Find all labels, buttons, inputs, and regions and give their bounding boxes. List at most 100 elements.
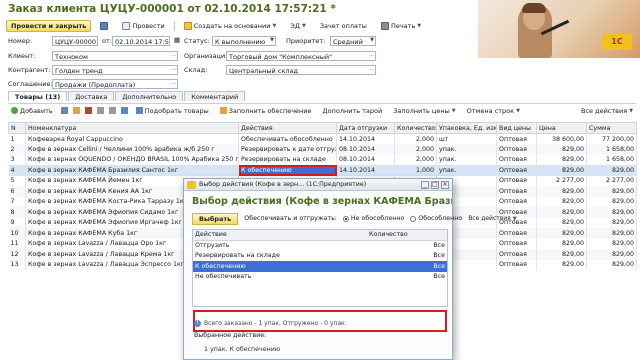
post-button[interactable]: Провести [117,20,169,32]
dialog-minimize-icon[interactable]: _ [421,180,429,189]
fill-pack-button[interactable]: Дополнить тарой [320,105,386,117]
table-cell[interactable]: 829,00 [586,249,637,260]
table-cell[interactable]: Оптовая [496,144,537,155]
table-cell[interactable]: упак. [436,165,497,176]
pick-goods-button[interactable]: Подобрать товары [133,105,212,117]
create-based-on-button[interactable]: Создать на основании ▼ [179,20,282,32]
all-actions-button[interactable]: Все действия ▼ [578,105,636,117]
table-cell[interactable]: 2,000 [394,144,437,155]
table-cell[interactable]: Кофе в зернах OQUENDO / ОКЕНДО BRASIL 10… [25,154,239,165]
table-row[interactable]: 3 Кофе в зернах OQUENDO / ОКЕНДО BRASIL 1… [8,154,637,165]
contractor-field[interactable]: Голден тренд… [52,65,178,75]
table-cell[interactable]: Оптовая [496,238,537,249]
table-cell[interactable]: 2,000 [394,133,437,144]
ellipsis-icon[interactable]: … [171,80,176,86]
column-header[interactable]: Вид цены [496,122,537,134]
table-cell[interactable]: 08.10.2014 [336,154,395,165]
table-cell[interactable]: 829,00 [536,207,587,218]
tab-additional[interactable]: Дополнительно [115,91,184,101]
print-button[interactable]: Печать ▼ [376,20,426,32]
table-cell[interactable]: 829,00 [536,186,587,197]
table-cell[interactable]: 2 277,00 [536,175,587,186]
dialog-close-icon[interactable]: × [441,180,449,189]
column-header[interactable]: N [8,122,26,134]
table-cell[interactable]: 1 658,00 [586,144,637,155]
ellipsis-icon[interactable]: … [369,52,374,58]
table-cell[interactable]: Оптовая [496,196,537,207]
radio-separate[interactable]: Обособленно [410,215,462,222]
table-cell[interactable]: 3 [8,154,26,165]
table-cell[interactable]: Оптовая [496,154,537,165]
table-cell[interactable]: 11 [8,238,26,249]
table-cell[interactable]: 829,00 [536,154,587,165]
table-row[interactable]: 2 Кофе в зернах Cellini / Челлини 100% ар… [8,144,637,155]
table-cell[interactable]: 829,00 [586,207,637,218]
table-cell[interactable]: 829,00 [586,165,637,176]
barcode-icon[interactable] [120,107,128,114]
action-cell[interactable]: Все [367,272,447,283]
edo-button[interactable]: ЭД ▼ [285,20,310,32]
action-row[interactable]: К обеспечению Все [193,261,447,272]
table-cell[interactable]: Оптовая [496,228,537,239]
number-field[interactable]: ЦУЦУ-000001 [52,36,98,46]
table-cell[interactable]: 6 [8,186,26,197]
table-cell[interactable]: 829,00 [536,217,587,228]
table-cell[interactable]: 14.10.2014 [336,165,395,176]
fill-prices-button[interactable]: Заполнить цены ▼ [390,105,458,117]
column-header[interactable]: Сумма [586,122,637,134]
action-cell[interactable]: Все [367,261,447,272]
table-cell[interactable]: 829,00 [536,165,587,176]
table-cell[interactable]: Кофе в зернах КАФЕМА Бразилия Сантос 1кг [25,165,239,176]
move-down-icon[interactable] [108,107,116,114]
table-row[interactable]: 4 Кофе в зернах КАФЕМА Бразилия Сантос 1к… [8,165,637,176]
add-row-button[interactable]: Добавить [8,105,56,117]
table-cell[interactable]: 9 [8,217,26,228]
dialog-maximize-icon[interactable]: □ [431,180,439,189]
action-cell[interactable]: Все [367,251,447,262]
action-row[interactable]: Не обеспечивать Все [193,272,447,283]
edit-icon[interactable] [72,107,80,114]
column-header[interactable]: Номенклатура [25,122,239,134]
table-cell[interactable]: Оптовая [496,165,537,176]
warehouse-field[interactable]: Центральный склад… [226,65,376,75]
status-select[interactable]: К выполнению ▼ [212,36,276,46]
column-header[interactable]: Дата отгрузки [336,122,395,134]
column-header[interactable]: Количество [394,122,437,134]
table-cell[interactable]: упак. [436,144,497,155]
table-cell[interactable]: 829,00 [586,186,637,197]
table-cell[interactable]: Кофеварка Royal Cappuccino [25,133,239,144]
table-cell[interactable]: 829,00 [536,238,587,249]
table-cell[interactable]: 1 [8,133,26,144]
radio-not-separate[interactable]: Не обособленно [342,215,404,222]
copy-icon[interactable] [60,107,68,114]
table-cell[interactable]: 2 [8,144,26,155]
table-cell[interactable]: Оптовая [496,175,537,186]
table-cell[interactable]: Обеспечивать обособленно [238,133,337,144]
action-row[interactable]: Резервировать на складе Все [193,251,447,262]
column-header[interactable]: Действия [238,122,337,134]
selected-action-cell[interactable]: К обеспечению [238,165,337,176]
table-cell[interactable]: Оптовая [496,259,537,270]
table-cell[interactable]: 10 [8,228,26,239]
table-cell[interactable]: упак. [436,154,497,165]
ellipsis-icon[interactable]: … [369,66,374,72]
client-field[interactable]: Техноком… [52,51,178,61]
ellipsis-icon[interactable]: … [171,52,176,58]
action-row[interactable]: Отгрузить Все [193,240,447,251]
dialog-all-actions-button[interactable]: Все действия ▼ [468,215,516,222]
table-cell[interactable]: 5 [8,175,26,186]
table-cell[interactable]: Кофе в зернах Cellini / Челлини 100% ара… [25,144,239,155]
table-cell[interactable]: 829,00 [586,217,637,228]
table-cell[interactable]: 13 [8,259,26,270]
table-cell[interactable]: 12 [8,249,26,260]
action-cell[interactable]: К обеспечению [193,261,367,272]
column-header[interactable]: Упаковка, Ед. изм. [436,122,497,134]
table-cell[interactable]: 4 [8,165,26,176]
calendar-icon[interactable]: ▦ [174,36,180,44]
payment-offset-button[interactable]: Зачет оплаты [315,20,372,32]
table-cell[interactable]: 829,00 [536,249,587,260]
cancel-rows-button[interactable]: Отмена строк ▼ [464,105,523,117]
ellipsis-icon[interactable]: … [171,66,176,72]
table-cell[interactable]: 77 200,00 [586,133,637,144]
table-cell[interactable]: 2 277,00 [586,175,637,186]
